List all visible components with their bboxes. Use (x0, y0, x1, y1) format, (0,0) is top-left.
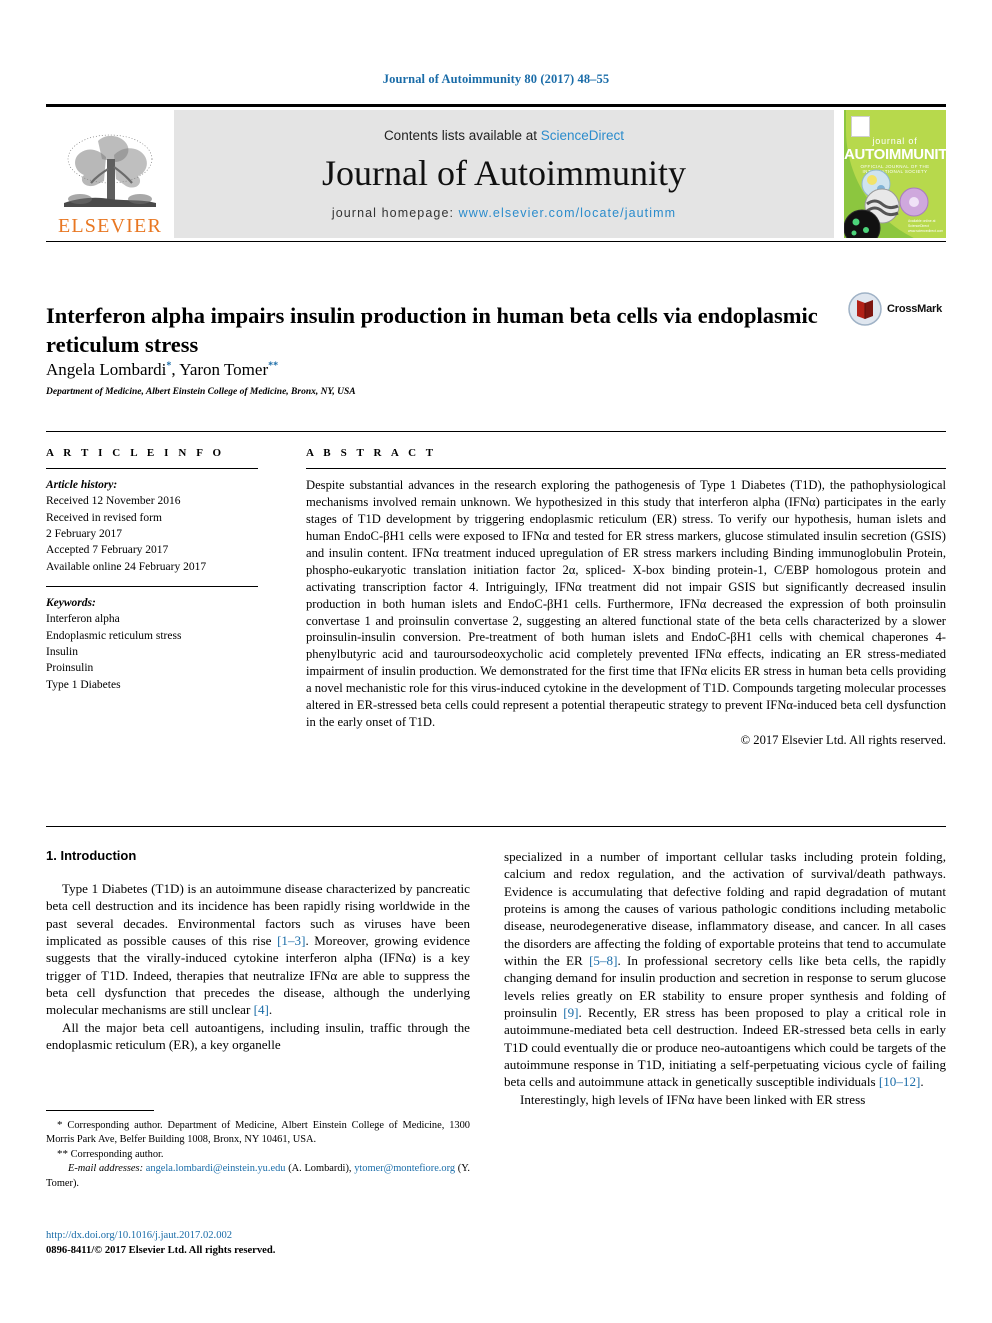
author-list: Angela Lombardi*, Yaron Tomer** (46, 360, 279, 379)
abstract-rule (306, 468, 946, 469)
journal-masthead: ELSEVIER Contents lists available at Sci… (46, 104, 946, 238)
keywords-rule (46, 585, 258, 587)
info-band-bottom-divider (46, 826, 946, 827)
homepage-prefix: journal homepage: (331, 206, 459, 221)
crossmark-icon (848, 292, 882, 326)
crossmark-badge[interactable]: CrossMark (848, 288, 948, 330)
issn-copyright-line: 0896-8411/© 2017 Elsevier Ltd. All right… (46, 1245, 276, 1257)
paragraph: Interestingly, high levels of IFNα have … (520, 1091, 866, 1107)
elsevier-wordmark: ELSEVIER (57, 215, 163, 237)
title-divider (46, 241, 946, 242)
section-heading-introduction: 1. Introduction (46, 848, 137, 863)
article-history-title: Article history: (46, 479, 118, 491)
elsevier-logo: ELSEVIER (46, 110, 174, 238)
affiliation: Department of Medicine, Albert Einstein … (46, 387, 356, 397)
footnote-corresponding-author-2: ** Corresponding author. (57, 1148, 164, 1161)
article-info-column: A R T I C L E I N F O Article history: R… (46, 447, 258, 693)
history-item: 2 February 2017 (46, 527, 123, 540)
article-info-rule (46, 468, 258, 469)
article-info-heading: A R T I C L E I N F O (46, 447, 225, 459)
doi-link[interactable]: http://dx.doi.org/10.1016/j.jaut.2017.02… (46, 1228, 470, 1243)
journal-title: Journal of Autoimmunity (322, 152, 686, 193)
paper-page: Journal of Autoimmunity 80 (2017) 48–55 (0, 0, 992, 1323)
history-item: Received in revised form (46, 511, 162, 524)
running-head: Journal of Autoimmunity 80 (2017) 48–55 (382, 72, 610, 86)
journal-homepage-line: journal homepage: www.elsevier.com/locat… (332, 206, 676, 220)
contents-available-line: Contents lists available at ScienceDirec… (384, 128, 624, 143)
footnote-corresponding-author-1: * Corresponding author. Department of Me… (46, 1119, 470, 1146)
svg-text:www.sciencedirect.com: www.sciencedirect.com (908, 229, 943, 233)
sciencedirect-link[interactable]: ScienceDirect (541, 128, 624, 143)
abstract-text: Despite substantial advances in the rese… (306, 478, 946, 730)
paragraph: Type 1 Diabetes (T1D) is an autoimmune d… (46, 881, 470, 1018)
keywords-title: Keywords: (46, 596, 96, 609)
abstract-copyright: © 2017 Elsevier Ltd. All rights reserved… (740, 733, 946, 748)
paragraph: specialized in a number of important cel… (504, 849, 946, 1090)
abstract-heading: A B S T R A C T (306, 447, 437, 459)
svg-text:Available online at: Available online at (908, 219, 936, 223)
keyword-item: Insulin (46, 645, 78, 658)
journal-cover-thumbnail[interactable]: journal of AUTOIMMUNITY OFFICIAL JOURNAL… (844, 110, 946, 238)
keyword-item: Type 1 Diabetes (46, 678, 121, 691)
cover-artwork: Available online at ScienceDirect www.sc… (844, 169, 943, 238)
history-item: Accepted 7 February 2017 (46, 544, 169, 557)
history-item: Available online 24 February 2017 (46, 560, 207, 573)
page-title: Interferon alpha impairs insulin product… (46, 303, 818, 358)
footnote-email-addresses: E-mail addresses: angela.lombardi@einste… (46, 1163, 471, 1189)
keyword-item: Proinsulin (46, 662, 94, 675)
keywords-block: Keywords: Interferon alpha Endoplasmic r… (46, 585, 258, 693)
homepage-url-link[interactable]: www.elsevier.com/locate/jautimm (459, 206, 677, 220)
keyword-item: Interferon alpha (46, 613, 120, 626)
history-item: Received 12 November 2016 (46, 495, 181, 508)
masthead-center: Contents lists available at ScienceDirec… (174, 110, 834, 238)
crossmark-label: CrossMark (887, 303, 943, 315)
footnotes-block: * Corresponding author. Department of Me… (46, 1118, 470, 1191)
body-column-right: specialized in a number of important cel… (504, 848, 946, 1108)
article-history-block: Article history: Received 12 November 20… (46, 477, 258, 575)
abstract-column: A B S T R A C T Despite substantial adva… (306, 447, 946, 748)
footnote-divider (46, 1110, 154, 1111)
paragraph: All the major beta cell autoantigens, in… (46, 1019, 470, 1053)
contents-prefix: Contents lists available at (383, 127, 541, 143)
body-column-left: 1. Introduction Type 1 Diabetes (T1D) is… (46, 848, 470, 1053)
keyword-item: Endoplasmic reticulum stress (46, 629, 182, 642)
info-band-top-divider (46, 431, 946, 432)
doi-block: http://dx.doi.org/10.1016/j.jaut.2017.02… (46, 1228, 470, 1259)
svg-text:ScienceDirect: ScienceDirect (908, 224, 929, 228)
elsevier-tree-icon (64, 134, 156, 207)
